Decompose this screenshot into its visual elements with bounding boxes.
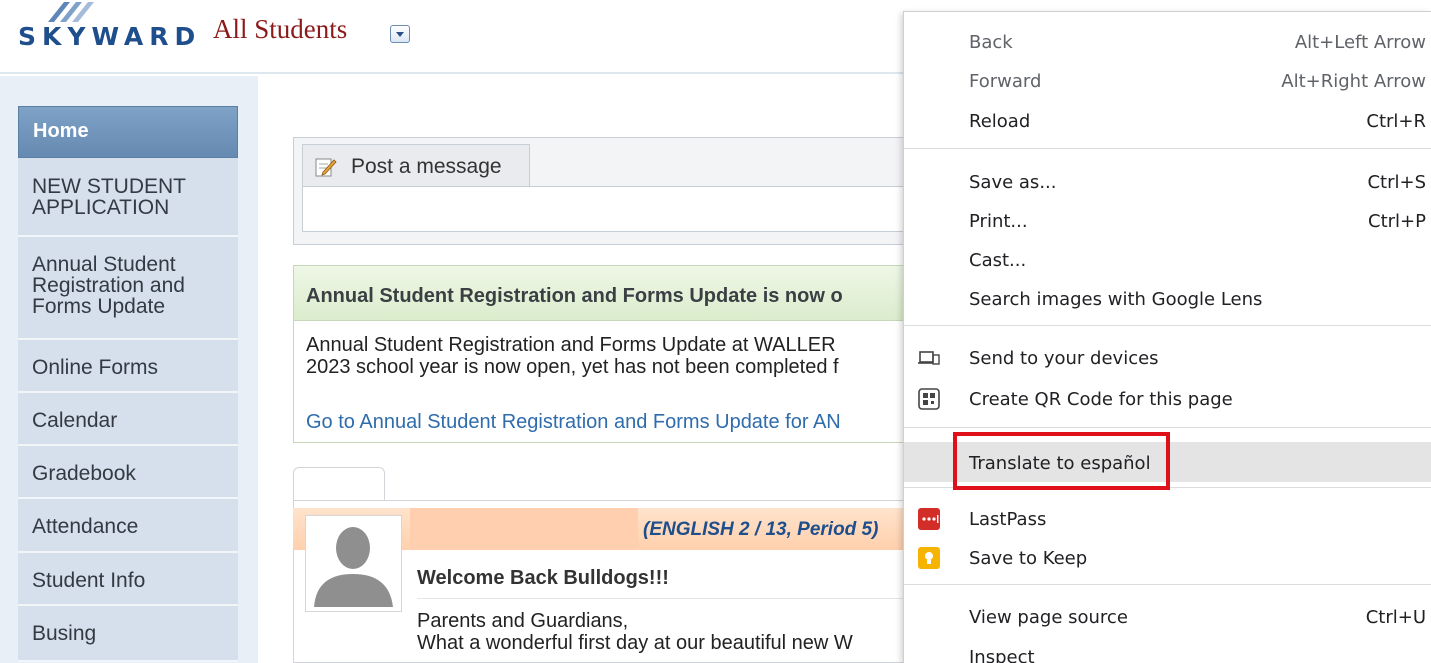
keep-icon [918,547,940,569]
announcement-link[interactable]: Go to Annual Student Registration and Fo… [306,411,841,434]
qr-code-icon [918,388,940,410]
scope-dropdown-button[interactable] [390,25,410,43]
user-silhouette-icon [310,520,397,607]
sidebar-item-calendar[interactable]: Calendar [18,393,238,446]
menu-item-save-as[interactable]: Save as... Ctrl+S [904,163,1431,199]
sidebar-item-label: Annual Student Registration and Forms Up… [32,253,185,318]
logo-text: SKYWARD [18,22,202,51]
menu-separator [904,487,1431,488]
menu-item-label: LastPass [969,509,1047,530]
menu-item-label: Translate to español [969,453,1151,474]
menu-item-label: Cast... [969,250,1027,271]
lastpass-icon [918,508,940,530]
page-title: All Students [213,14,348,44]
menu-item-label: Reload [969,111,1031,132]
sidebar-item-annual-registration[interactable]: Annual Student Registration and Forms Up… [18,237,238,340]
menu-separator [904,427,1431,428]
avatar [305,515,402,612]
redacted-teacher-name [410,508,638,550]
menu-item-qr-code[interactable]: Create QR Code for this page [904,380,1431,416]
sidebar-item-label: Busing [32,622,97,645]
logo-stripes-icon [48,2,94,22]
menu-item-shortcut: Alt+Right Arrow [1281,71,1426,92]
menu-item-label: Back [969,32,1013,53]
menu-item-back[interactable]: Back Alt+Left Arrow [904,23,1431,59]
sidebar-item-home[interactable]: Home [18,106,238,158]
menu-item-shortcut: Ctrl+P [1368,211,1426,232]
message-card: (ENGLISH 2 / 13, Period 5) Welcome Back … [293,467,913,663]
menu-item-label: Create QR Code for this page [969,389,1233,410]
menu-item-label: Search images with Google Lens [969,289,1263,310]
announcement-header: Annual Student Registration and Forms Up… [294,266,914,321]
sidebar: Home NEW STUDENT APPLICATION Annual Stud… [18,106,238,662]
sidebar-item-busing[interactable]: Busing [18,606,238,662]
menu-item-google-lens[interactable]: Search images with Google Lens [904,280,1431,316]
sidebar-item-label: Calendar [32,409,118,432]
menu-item-label: Forward [969,71,1042,92]
post-message-tab[interactable]: Post a message [302,144,530,186]
sidebar-item-online-forms[interactable]: Online Forms [18,340,238,393]
post-message-input[interactable] [302,186,914,232]
sidebar-item-new-student-application[interactable]: NEW STUDENT APPLICATION [18,158,238,237]
message-body-line: Parents and Guardians, [417,610,629,632]
sidebar-item-student-info[interactable]: Student Info [18,553,238,606]
post-message-label: Post a message [351,155,502,178]
announcement-body: Annual Student Registration and Forms Up… [306,334,839,378]
sidebar-item-label: Student Info [32,569,146,592]
message-tab[interactable] [293,467,385,501]
menu-item-shortcut: Ctrl+R [1366,111,1426,132]
sidebar-item-label: Home [33,120,89,142]
sidebar-item-attendance[interactable]: Attendance [18,499,238,553]
sidebar-item-label: Online Forms [32,356,159,379]
devices-icon [918,351,940,365]
menu-item-label: Save as... [969,172,1057,193]
message-title: Welcome Back Bulldogs!!! [417,567,669,589]
menu-item-label: Send to your devices [969,348,1159,369]
message-sender: (ENGLISH 2 / 13, Period 5) [643,519,879,540]
announcement-body-line: 2023 school year is now open, yet has no… [306,356,839,378]
menu-item-print[interactable]: Print... Ctrl+P [904,202,1431,238]
skyward-logo[interactable]: SKYWARD [18,2,198,62]
announcement-body-line: Annual Student Registration and Forms Up… [306,334,836,356]
menu-item-view-source[interactable]: View page source Ctrl+U [904,598,1431,634]
menu-item-shortcut: Ctrl+U [1365,607,1426,628]
menu-item-label: Print... [969,211,1028,232]
menu-item-reload[interactable]: Reload Ctrl+R [904,102,1431,138]
menu-separator [904,325,1431,326]
divider [417,598,907,599]
menu-separator [904,584,1431,585]
menu-item-label: Inspect [969,647,1035,663]
message-body: Parents and Guardians, What a wonderful … [417,610,853,654]
menu-item-label: View page source [969,607,1128,628]
sidebar-item-label: Attendance [32,515,139,538]
menu-separator [904,148,1431,149]
menu-item-shortcut: Ctrl+S [1367,172,1426,193]
sidebar-item-label: Gradebook [32,462,136,485]
menu-item-shortcut: Alt+Left Arrow [1294,32,1426,53]
edit-note-icon [315,158,337,177]
sidebar-item-gradebook[interactable]: Gradebook [18,446,238,499]
menu-item-lastpass[interactable]: LastPass [904,500,1431,536]
menu-item-inspect[interactable]: Inspect [904,638,1431,663]
menu-item-label: Save to Keep [969,548,1088,569]
menu-item-cast[interactable]: Cast... [904,241,1431,277]
menu-item-send-to-devices[interactable]: Send to your devices [904,339,1431,375]
announcement-title: Annual Student Registration and Forms Up… [306,285,843,307]
sidebar-item-label: NEW STUDENT APPLICATION [32,175,186,219]
announcement-panel: Annual Student Registration and Forms Up… [293,265,914,443]
menu-item-translate[interactable]: Translate to español [904,442,1431,482]
menu-item-forward[interactable]: Forward Alt+Right Arrow [904,62,1431,98]
menu-item-save-to-keep[interactable]: Save to Keep [904,539,1431,575]
post-message-panel: Post a message [293,137,914,245]
context-menu: Back Alt+Left Arrow Forward Alt+Right Ar… [903,11,1431,663]
message-body-line: What a wonderful first day at our beauti… [417,632,853,654]
